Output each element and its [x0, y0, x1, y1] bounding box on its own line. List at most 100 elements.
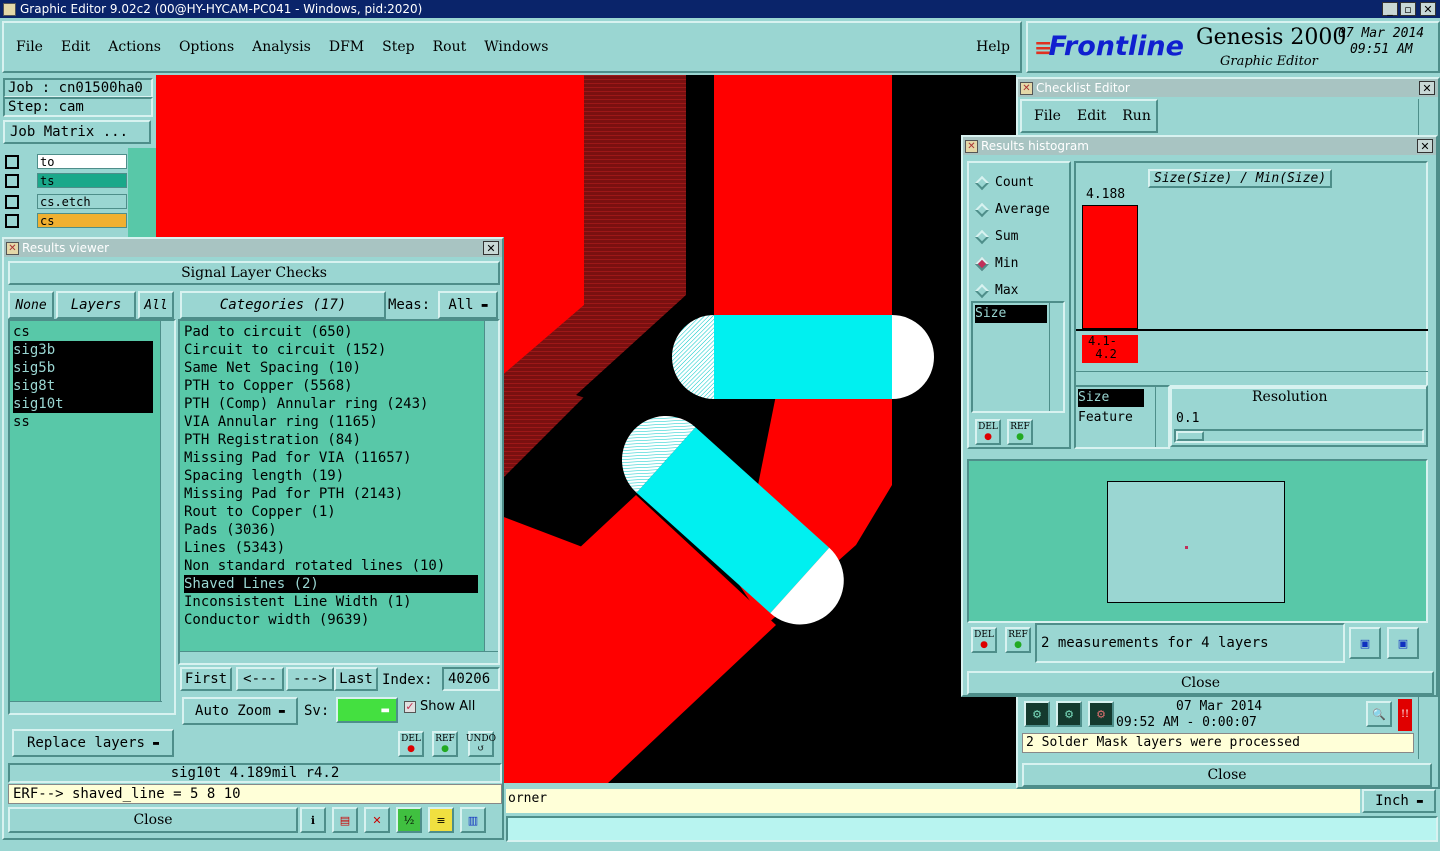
- option-sum[interactable]: Sum: [974, 223, 1069, 250]
- menu-file[interactable]: File: [16, 39, 43, 55]
- close-window-button[interactable]: ✕: [1420, 2, 1436, 16]
- auto-zoom-select[interactable]: Auto Zoom ▬: [182, 697, 298, 725]
- report-icon[interactable]: ▤: [332, 807, 358, 833]
- chart-hscrollbar[interactable]: [1076, 371, 1428, 385]
- radio-icon[interactable]: [974, 202, 990, 217]
- layer-checkbox[interactable]: [5, 154, 19, 169]
- first-button[interactable]: First: [180, 667, 232, 691]
- menu-actions[interactable]: Actions: [108, 39, 161, 55]
- run-icon[interactable]: ⚙: [1024, 701, 1050, 727]
- del-button-2[interactable]: DEL ●: [971, 627, 997, 653]
- index-input[interactable]: 40206: [442, 667, 500, 691]
- menu-windows[interactable]: Windows: [484, 39, 548, 55]
- size-item[interactable]: Feature: [1078, 409, 1144, 427]
- layer-row[interactable]: cs: [5, 212, 127, 229]
- attr-item[interactable]: Size: [975, 305, 1047, 323]
- category-item[interactable]: Pads (3036): [184, 521, 478, 539]
- category-item[interactable]: Same Net Spacing (10): [184, 359, 478, 377]
- category-item[interactable]: Missing Pad for PTH (2143): [184, 485, 478, 503]
- unit-select[interactable]: Inch ▬: [1362, 789, 1436, 813]
- del-button[interactable]: DEL ●: [398, 731, 424, 757]
- layers-vscrollbar[interactable]: [160, 321, 174, 713]
- layer-list-item[interactable]: sig8t: [13, 377, 153, 395]
- zoom-selection-icon[interactable]: ▣: [1349, 627, 1381, 659]
- last-button[interactable]: Last: [334, 667, 378, 691]
- sv-color-select[interactable]: ▬: [336, 697, 398, 723]
- run-step-icon[interactable]: ⚙: [1088, 701, 1114, 727]
- category-item[interactable]: Missing Pad for VIA (11657): [184, 449, 478, 467]
- menu-dfm[interactable]: DFM: [329, 39, 364, 55]
- zoom-icon[interactable]: 🔍: [1366, 701, 1392, 727]
- ref-button[interactable]: REF ●: [432, 731, 458, 757]
- number-icon[interactable]: ½: [396, 807, 422, 833]
- checklist-menu-run[interactable]: Run: [1122, 108, 1151, 124]
- notes-icon[interactable]: ≡: [428, 807, 454, 833]
- attr-list-scrollbar[interactable]: [1049, 303, 1063, 411]
- layer-list-item[interactable]: sig10t: [13, 395, 153, 413]
- zoom-fit-icon[interactable]: ▣: [1387, 627, 1419, 659]
- checklist-close-icon[interactable]: ✕: [1419, 81, 1435, 95]
- layer-checkbox[interactable]: [5, 213, 19, 228]
- menu-rout[interactable]: Rout: [433, 39, 467, 55]
- option-min[interactable]: Min: [974, 250, 1069, 277]
- category-item[interactable]: Circuit to circuit (152): [184, 341, 478, 359]
- checklist-menu-file[interactable]: File: [1034, 108, 1061, 124]
- layer-row[interactable]: to: [5, 153, 127, 170]
- replace-layers-select[interactable]: Replace layers ▬: [12, 729, 174, 757]
- size-item[interactable]: Size: [1078, 389, 1144, 407]
- resolution-slider[interactable]: [1174, 429, 1424, 443]
- layer-row[interactable]: ts: [5, 172, 127, 189]
- erase-icon[interactable]: ✕: [364, 807, 390, 833]
- category-item[interactable]: Inconsistent Line Width (1): [184, 593, 478, 611]
- next-button[interactable]: --->: [286, 667, 334, 691]
- categories-hscrollbar[interactable]: [180, 651, 498, 663]
- category-item[interactable]: PTH (Comp) Annular ring (243): [184, 395, 478, 413]
- layer-list-item[interactable]: sig3b: [13, 341, 153, 359]
- slider-handle[interactable]: [1176, 431, 1204, 441]
- menu-help[interactable]: Help: [976, 39, 1010, 55]
- checklist-close-button[interactable]: Close: [1022, 763, 1432, 787]
- results-close-button[interactable]: Close: [8, 807, 298, 833]
- prev-button[interactable]: <---: [236, 667, 284, 691]
- option-max[interactable]: Max: [974, 277, 1069, 304]
- undo-button[interactable]: UNDO ↺: [466, 731, 496, 757]
- histogram-bar[interactable]: [1082, 205, 1138, 329]
- radio-icon[interactable]: [974, 256, 990, 271]
- category-item[interactable]: VIA Annular ring (1165): [184, 413, 478, 431]
- categories-vscrollbar[interactable]: [484, 321, 498, 651]
- category-item[interactable]: PTH Registration (84): [184, 431, 478, 449]
- job-matrix-button[interactable]: Job Matrix ...: [3, 120, 151, 144]
- menu-step[interactable]: Step: [382, 39, 414, 55]
- checklist-menu-edit[interactable]: Edit: [1077, 108, 1106, 124]
- category-item[interactable]: Lines (5343): [184, 539, 478, 557]
- category-item[interactable]: Non standard rotated lines (10): [184, 557, 478, 575]
- results-viewer-close-icon[interactable]: ✕: [483, 241, 499, 255]
- layer-checkbox[interactable]: [5, 173, 19, 188]
- layer-list-item[interactable]: ss: [13, 413, 153, 431]
- histogram-close-icon[interactable]: ✕: [1417, 139, 1433, 153]
- category-item[interactable]: Shaved Lines (2): [184, 575, 478, 593]
- radio-icon[interactable]: [974, 229, 990, 244]
- menu-options[interactable]: Options: [179, 39, 234, 55]
- none-button[interactable]: None: [8, 291, 54, 319]
- categories-button[interactable]: Categories (17): [180, 291, 386, 319]
- show-all-checkbox[interactable]: ✓: [404, 701, 416, 713]
- run-all-icon[interactable]: ⚙: [1056, 701, 1082, 727]
- size-list-scrollbar[interactable]: [1155, 385, 1169, 447]
- all-button[interactable]: All: [138, 291, 174, 319]
- layers-button[interactable]: Layers: [56, 291, 136, 319]
- histogram-close-button[interactable]: Close: [967, 671, 1434, 695]
- ref-button[interactable]: REF ●: [1007, 419, 1033, 445]
- del-button[interactable]: DEL ●: [975, 419, 1001, 445]
- layers-hscrollbar[interactable]: [10, 701, 162, 713]
- category-item[interactable]: Conductor width (9639): [184, 611, 478, 629]
- radio-icon[interactable]: [974, 283, 990, 298]
- layer-list-item[interactable]: sig5b: [13, 359, 153, 377]
- layer-checkbox[interactable]: [5, 194, 19, 209]
- category-item[interactable]: PTH to Copper (5568): [184, 377, 478, 395]
- info-icon[interactable]: ℹ: [300, 807, 326, 833]
- layer-list-item[interactable]: cs: [13, 323, 153, 341]
- menu-edit[interactable]: Edit: [61, 39, 90, 55]
- ref-button-2[interactable]: REF ●: [1005, 627, 1031, 653]
- radio-icon[interactable]: [974, 175, 990, 190]
